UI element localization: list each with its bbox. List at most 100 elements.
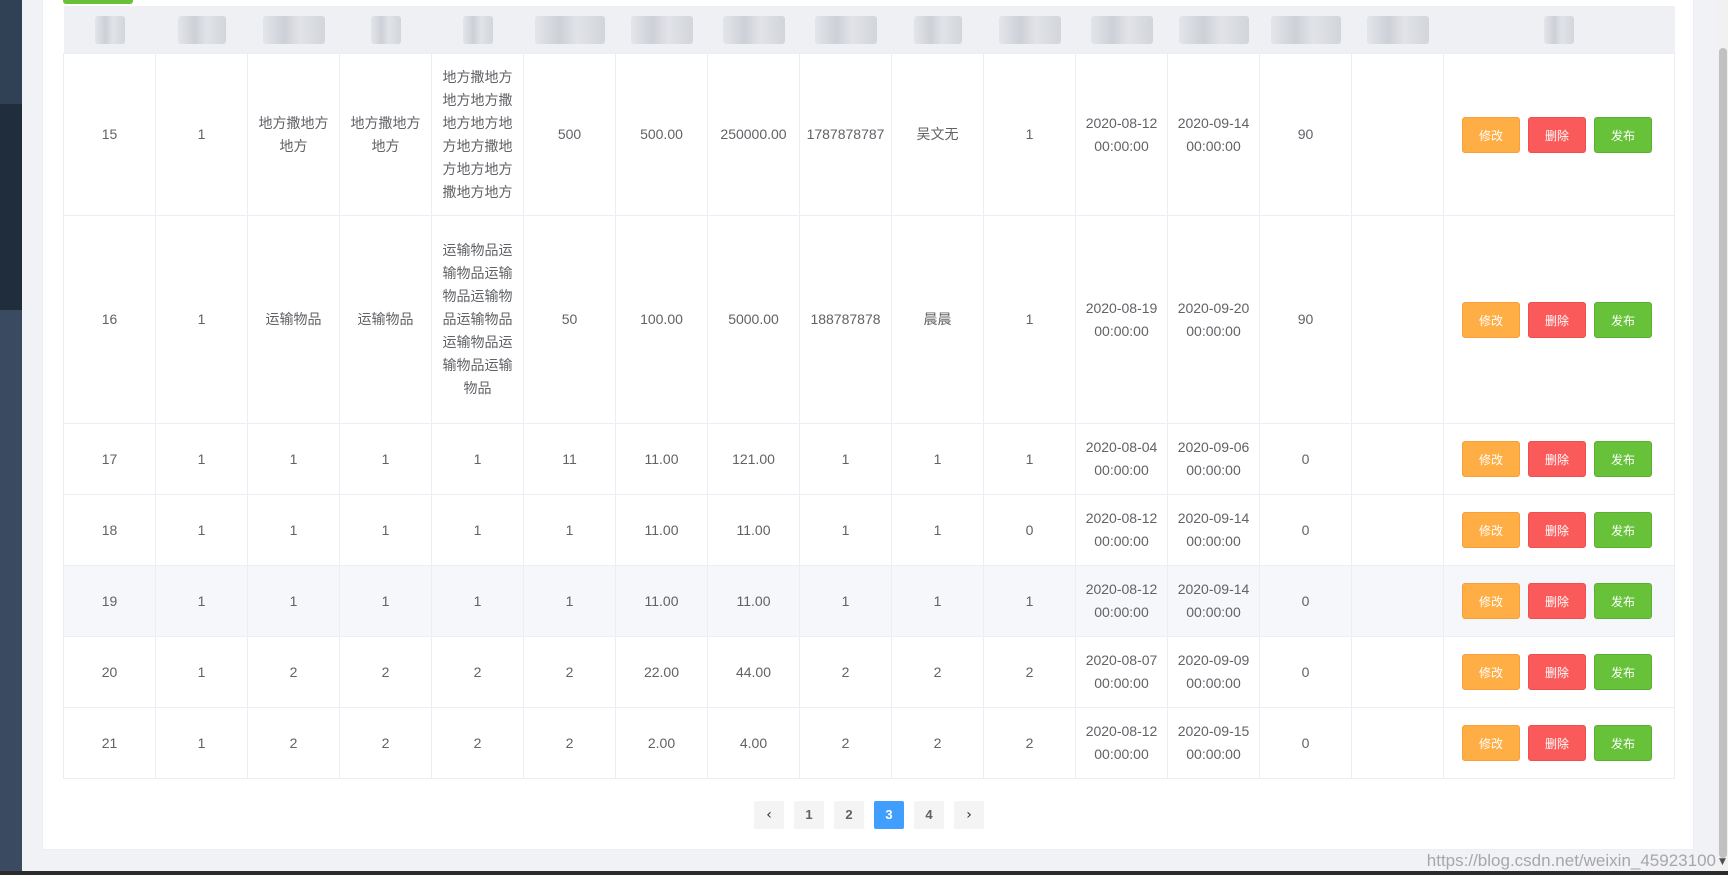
publish-button[interactable]: 发布: [1594, 301, 1652, 338]
edit-button[interactable]: 修改: [1462, 301, 1520, 338]
cell: 1: [247, 565, 340, 637]
cell: 15: [63, 53, 156, 216]
page-3-button[interactable]: 3: [874, 801, 904, 829]
next-page-button[interactable]: ›: [954, 801, 984, 829]
cell: 2.00: [615, 707, 708, 779]
table-row: 18 1 1 1 1 1 11.00 11.00 1 1 0 2020-08-1…: [63, 494, 1675, 566]
cell: 21: [63, 707, 156, 779]
watermark: https://blog.csdn.net/weixin_45923100: [1426, 851, 1716, 870]
cell: 1: [799, 494, 892, 566]
blurred-header: [983, 6, 1076, 54]
table-body: 15 1 地方撒地方地方 地方撒地方地方 地方撒地方地方地方撒地方地方地方地方撒…: [63, 53, 1675, 779]
cell: 1: [339, 423, 432, 495]
cell: 1: [431, 423, 524, 495]
cell: 2020-08-12 00:00:00: [1075, 707, 1168, 779]
prev-page-button[interactable]: ‹: [754, 801, 784, 829]
edit-button[interactable]: 修改: [1462, 725, 1520, 761]
sidebar-lower: [0, 310, 22, 875]
cell: 2: [799, 707, 892, 779]
cell: [1351, 707, 1444, 779]
cell: 运输物品: [339, 215, 432, 424]
cell: [1351, 215, 1444, 424]
page-4-button[interactable]: 4: [914, 801, 944, 829]
pagination: ‹ 1 2 3 4 ›: [754, 801, 984, 829]
blurred-header: [247, 6, 340, 54]
page-2-button[interactable]: 2: [834, 801, 864, 829]
blurred-header: [1259, 6, 1352, 54]
cell: 2: [339, 707, 432, 779]
cell: 2: [891, 636, 984, 708]
delete-button[interactable]: 删除: [1528, 725, 1586, 761]
cell: 11.00: [615, 494, 708, 566]
cell: 晨晨: [891, 215, 984, 424]
cell: 2: [983, 636, 1076, 708]
cell: 2020-08-04 00:00:00: [1075, 423, 1168, 495]
table-row: 15 1 地方撒地方地方 地方撒地方地方 地方撒地方地方地方撒地方地方地方地方撒…: [63, 53, 1675, 216]
blurred-header: [1075, 6, 1168, 54]
edit-button[interactable]: 修改: [1462, 654, 1520, 690]
edit-button[interactable]: 修改: [1462, 512, 1520, 548]
publish-button[interactable]: 发布: [1594, 512, 1652, 548]
publish-button[interactable]: 发布: [1594, 441, 1652, 477]
cell: 1: [891, 423, 984, 495]
blurred-header: [431, 6, 524, 54]
publish-button[interactable]: 发布: [1594, 725, 1652, 761]
cell: 500.00: [615, 53, 708, 216]
blurred-header: [155, 6, 248, 54]
cell: 11.00: [615, 423, 708, 495]
cell: 1: [155, 53, 248, 216]
publish-button[interactable]: 发布: [1594, 583, 1652, 619]
delete-button[interactable]: 删除: [1528, 301, 1586, 338]
blurred-header: [615, 6, 708, 54]
cell: 5000.00: [707, 215, 800, 424]
row-actions: 修改 删除 发布: [1443, 565, 1675, 637]
table-row: 20 1 2 2 2 2 22.00 44.00 2 2 2 2020-08-0…: [63, 636, 1675, 708]
cell: 地方撒地方地方: [339, 53, 432, 216]
cell: [1351, 636, 1444, 708]
add-button-edge[interactable]: [63, 0, 133, 4]
blurred-header: [523, 6, 616, 54]
edit-button[interactable]: 修改: [1462, 583, 1520, 619]
row-actions: 修改 删除 发布: [1443, 215, 1675, 424]
delete-button[interactable]: 删除: [1528, 441, 1586, 477]
page-1-button[interactable]: 1: [794, 801, 824, 829]
cell: 1: [431, 494, 524, 566]
blurred-header: [339, 6, 432, 54]
cell: 11.00: [707, 565, 800, 637]
scrollbar[interactable]: ▼: [1717, 0, 1728, 875]
cell: 2: [523, 707, 616, 779]
publish-button[interactable]: 发布: [1594, 654, 1652, 690]
publish-button[interactable]: 发布: [1594, 116, 1652, 153]
cell: 2020-09-14 00:00:00: [1167, 565, 1260, 637]
cell: 50: [523, 215, 616, 424]
cell: 1: [983, 423, 1076, 495]
scrollbar-thumb[interactable]: [1719, 48, 1727, 858]
cell: 1: [155, 707, 248, 779]
scroll-down-icon[interactable]: ▼: [1717, 857, 1728, 867]
cell: 1: [339, 565, 432, 637]
cell: 1: [799, 565, 892, 637]
cell: 2020-09-20 00:00:00: [1167, 215, 1260, 424]
cell: 0: [1259, 423, 1352, 495]
delete-button[interactable]: 删除: [1528, 116, 1586, 153]
cell: 2020-09-14 00:00:00: [1167, 494, 1260, 566]
table-header: [63, 6, 1675, 54]
delete-button[interactable]: 删除: [1528, 583, 1586, 619]
cell: 1: [799, 423, 892, 495]
cell: 2020-08-07 00:00:00: [1075, 636, 1168, 708]
edit-button[interactable]: 修改: [1462, 116, 1520, 153]
blurred-header: [1351, 6, 1444, 54]
blurred-header: [1443, 6, 1675, 54]
table-row: 16 1 运输物品 运输物品 运输物品运输物品运输物品运输物品运输物品运输物品运…: [63, 215, 1675, 424]
cell: 1: [247, 423, 340, 495]
delete-button[interactable]: 删除: [1528, 654, 1586, 690]
delete-button[interactable]: 删除: [1528, 512, 1586, 548]
cell: 44.00: [707, 636, 800, 708]
edit-button[interactable]: 修改: [1462, 441, 1520, 477]
blurred-header: [799, 6, 892, 54]
cell: 地方撒地方地方地方撒地方地方地方地方撒地方地方地方撒地方地方: [431, 53, 524, 216]
cell: 121.00: [707, 423, 800, 495]
cell: 0: [1259, 494, 1352, 566]
cell: 250000.00: [707, 53, 800, 216]
cell: 2020-08-12 00:00:00: [1075, 565, 1168, 637]
